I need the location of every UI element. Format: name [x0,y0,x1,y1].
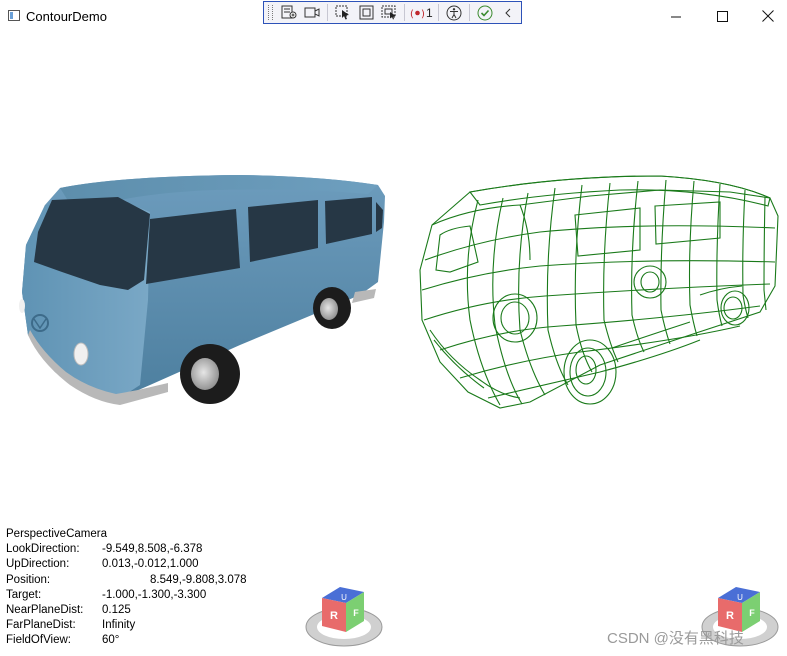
camera-value: 60° [102,634,120,647]
camera-info-panel: PerspectiveCamera LookDirection: -9.549,… [6,527,247,649]
cube-right-label: F [353,608,359,618]
select-element-icon[interactable] [333,4,353,21]
track-focus-icon[interactable] [379,4,399,21]
hot-reload-ok-icon[interactable] [475,4,495,21]
camera-row-far-plane: FarPlaneDist: Infinity [6,618,247,633]
camera-label: Target: [6,588,42,601]
camera-value: 8.549,-9.808,3.078 [150,573,247,586]
camera-row-field-of-view: FieldOfView: 60° [6,633,247,648]
camera-value: 0.125 [102,604,131,617]
binding-failures-count: 1 [426,5,433,20]
binding-failures-button[interactable]: () 1 [410,6,433,20]
go-to-live-visual-tree-icon[interactable] [279,4,299,21]
camera-value: 0.013,-0.012,1.000 [102,558,199,571]
camera-row-up-direction: UpDirection: 0.013,-0.012,1.000 [6,557,247,572]
camera-value: -9.549,8.508,-6.378 [102,543,203,556]
view-cube-left[interactable]: U R F [305,587,383,647]
watermark: CSDN @没有黑科技 [607,630,744,647]
close-icon [762,10,774,22]
window-title: ContourDemo [26,9,107,24]
display-layout-adorners-icon[interactable] [302,4,322,21]
camera-label: FarPlaneDist: [6,619,76,632]
camera-label: FieldOfView: [6,634,71,647]
camera-value: -1.000,-1.300,-3.300 [102,588,207,601]
display-layout-bounds-icon[interactable] [356,4,376,21]
camera-row-position: Position: 8.549,-9.808,3.078 [6,573,247,588]
minimize-button[interactable] [653,0,699,32]
cube-right-label: F [749,608,755,618]
svg-text:): ) [421,9,425,19]
app-icon [8,10,20,21]
cube-left-label: R [726,610,734,622]
toolbar-separator [468,4,470,21]
close-button[interactable] [745,0,787,32]
cube-left-label: R [330,610,338,622]
toolbar-separator [404,4,405,21]
toolbar-separator [437,4,439,21]
camera-type: PerspectiveCamera [6,528,107,540]
xaml-debug-toolbar: () 1 [263,1,522,24]
cube-top-label: U [737,593,743,602]
wireframe-van-model [419,175,779,409]
camera-label: LookDirection: [6,543,80,556]
svg-text:(: ( [410,9,414,19]
maximize-button[interactable] [699,0,745,32]
camera-label: UpDirection: [6,558,70,571]
collapse-chevron-icon[interactable] [498,4,518,21]
cube-top-label: U [341,593,347,602]
camera-value: Infinity [102,619,136,632]
window-title-bar[interactable]: ContourDemo () 1 [0,0,787,32]
camera-row-near-plane: NearPlaneDist: 0.125 [6,603,247,618]
minimize-icon [670,16,681,17]
toolbar-separator [327,4,328,21]
solid-van-model [19,175,385,405]
toolbar-grip[interactable] [268,5,273,20]
camera-row-look-direction: LookDirection: -9.549,8.508,-6.378 [6,542,247,557]
accessibility-icon[interactable] [444,4,464,21]
maximize-icon [716,10,728,22]
camera-label: NearPlaneDist: [6,604,84,617]
camera-label: Position: [6,573,51,586]
binding-failures-icon: () [410,9,425,19]
camera-row-target: Target: -1.000,-1.300,-3.300 [6,588,247,603]
